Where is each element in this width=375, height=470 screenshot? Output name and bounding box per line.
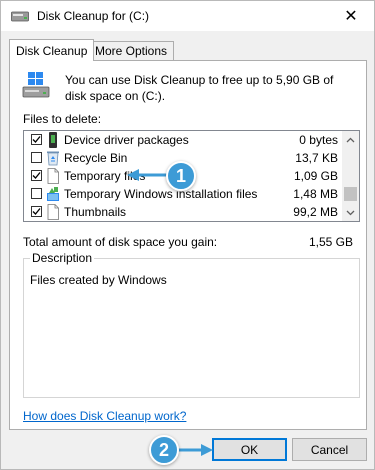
cancel-button[interactable]: Cancel [292, 438, 367, 461]
list-item-thumbnails[interactable]: Thumbnails 99,2 MB [24, 203, 342, 221]
file-size: 1,48 MB [293, 187, 338, 201]
windows-drive-icon [22, 72, 50, 98]
description-legend: Description [30, 251, 95, 265]
callout-badge-2: 2 [149, 435, 179, 465]
checkbox-device-driver-packages[interactable] [31, 134, 42, 145]
disk-cleanup-icon [11, 11, 29, 22]
scroll-down-button[interactable] [342, 204, 359, 221]
checkbox-temporary-windows-installation-files[interactable] [31, 188, 42, 199]
callout-arrow-2 [175, 444, 213, 456]
tab-panel: You can use Disk Cleanup to free up to 5… [9, 60, 367, 430]
file-icon [47, 204, 59, 220]
close-icon: ✕ [344, 8, 358, 25]
file-size: 1,09 GB [293, 169, 338, 183]
file-name: Temporary files [64, 169, 146, 183]
help-link[interactable]: How does Disk Cleanup work? [23, 409, 186, 423]
close-button[interactable]: ✕ [328, 1, 374, 31]
file-name: Recycle Bin [64, 151, 128, 165]
files-to-delete-label: Files to delete: [23, 112, 102, 126]
checkbox-recycle-bin[interactable] [31, 152, 42, 163]
total-space-label: Total amount of disk space you gain: [23, 235, 218, 249]
file-size: 0 bytes [299, 133, 338, 147]
description-text: Files created by Windows [30, 273, 167, 287]
title-bar: Disk Cleanup for (C:) ✕ [1, 1, 374, 31]
callout-badge-1: 1 [166, 161, 196, 191]
header-text: You can use Disk Cleanup to free up to 5… [65, 73, 334, 103]
windows-installation-icon [47, 187, 59, 201]
file-size: 99,2 MB [293, 205, 338, 219]
chevron-up-icon [346, 137, 355, 142]
scroll-up-button[interactable] [342, 131, 359, 148]
scroll-thumb[interactable] [344, 187, 357, 201]
tab-more-options[interactable]: More Options [88, 41, 175, 60]
recycle-bin-icon [47, 151, 59, 166]
chevron-down-icon [346, 210, 355, 215]
file-name: Thumbnails [64, 205, 127, 219]
file-icon [47, 168, 59, 184]
list-scrollbar[interactable] [342, 131, 359, 221]
file-name: Device driver packages [64, 133, 189, 147]
file-name: Temporary Windows installation files [64, 187, 258, 201]
disk-cleanup-dialog: Disk Cleanup for (C:) ✕ Disk Cleanup Mor… [0, 0, 375, 470]
description-group: Description Files created by Windows [23, 251, 360, 398]
window-title: Disk Cleanup for (C:) [37, 9, 150, 23]
tab-disk-cleanup[interactable]: Disk Cleanup [9, 39, 95, 61]
checkbox-thumbnails[interactable] [31, 206, 42, 217]
device-driver-icon [49, 132, 57, 148]
total-space-value: 1,55 GB [308, 235, 353, 249]
file-size: 13,7 KB [295, 151, 338, 165]
checkbox-temporary-files[interactable] [31, 170, 42, 181]
list-item-device-driver-packages[interactable]: Device driver packages 0 bytes [24, 131, 342, 149]
ok-button[interactable]: OK [212, 438, 287, 461]
